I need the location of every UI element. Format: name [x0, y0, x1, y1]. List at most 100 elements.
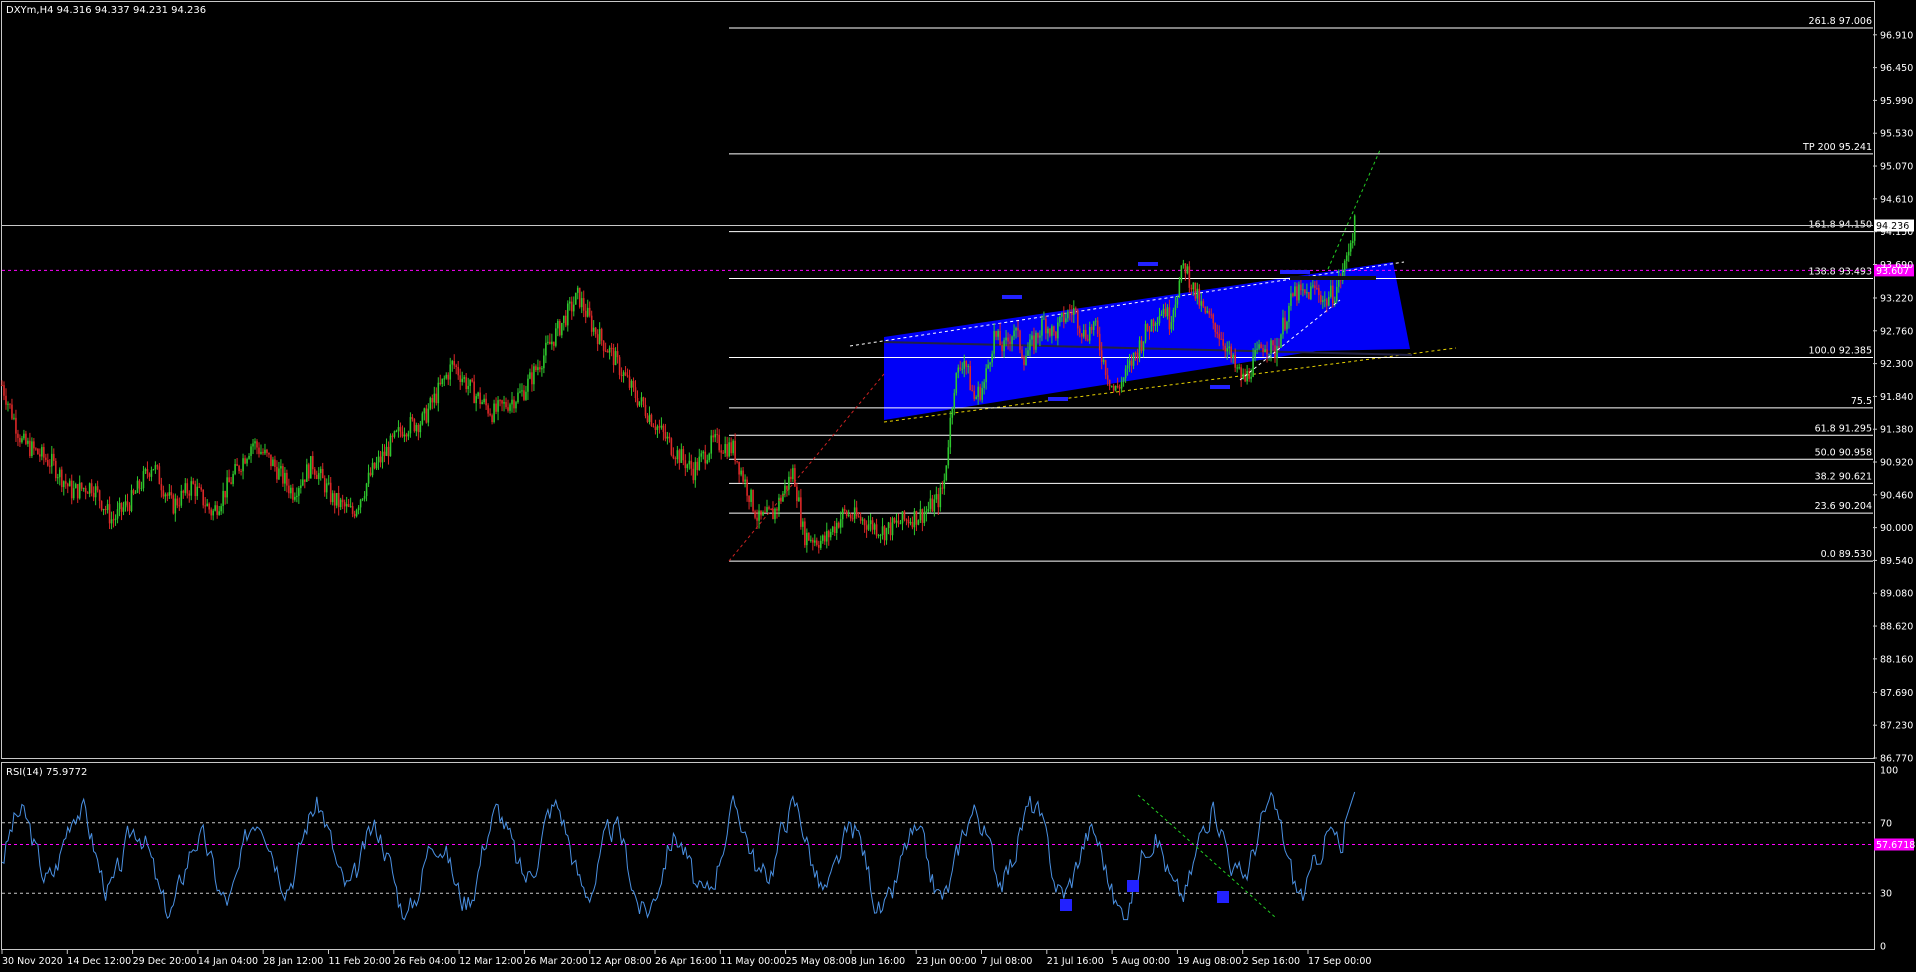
candle-body — [706, 460, 709, 464]
candle-body — [353, 513, 356, 517]
candle-body — [1318, 288, 1320, 296]
candle-body — [519, 391, 521, 393]
candle-body — [385, 446, 388, 456]
candle-body — [1302, 289, 1304, 291]
candle-body — [1270, 340, 1272, 354]
candle-body — [648, 414, 651, 422]
candle-body — [276, 466, 278, 480]
price-tick-label: 87.690 — [1880, 688, 1913, 699]
candle-body — [515, 402, 517, 409]
candle-body — [812, 539, 814, 543]
candle-body — [543, 355, 545, 369]
candle-body — [776, 508, 778, 511]
candle-body — [457, 366, 460, 376]
price-tick-label: 87.230 — [1880, 721, 1913, 732]
candle-body — [1312, 285, 1314, 287]
candle-body — [614, 351, 617, 366]
time-tick-label: 5 Aug 00:00 — [1112, 956, 1170, 967]
candle-body — [1232, 355, 1234, 359]
time-tick-label: 30 Nov 2020 — [2, 956, 63, 967]
candle-body — [1212, 314, 1215, 323]
candle-body — [399, 427, 402, 432]
candle-body — [718, 434, 720, 451]
candle-body — [616, 351, 619, 358]
candle-body — [164, 494, 167, 497]
candle-body — [853, 507, 856, 519]
candle-body — [1240, 367, 1242, 379]
candle-body — [999, 330, 1001, 346]
candle-body — [666, 436, 669, 439]
candle-body — [630, 380, 633, 388]
candle-body — [887, 522, 890, 529]
candle-body — [945, 465, 948, 481]
candle-body — [893, 518, 896, 523]
candle-body — [859, 516, 862, 521]
time-tick-label: 26 Apr 16:00 — [655, 956, 717, 967]
candle-body — [3, 385, 5, 396]
chart-canvas[interactable]: 261.8 97.006TP 200 95.241161.8 94.150138… — [0, 0, 1916, 972]
candle-body — [817, 544, 820, 548]
candle-body — [495, 403, 497, 412]
candle-body — [1254, 349, 1256, 357]
rsi-tick-label: 70 — [1880, 818, 1892, 829]
candle-body — [604, 350, 607, 352]
candle-body — [108, 504, 111, 524]
candle-body — [304, 479, 306, 482]
candle-body — [252, 443, 254, 447]
candle-body — [939, 487, 942, 508]
candle-body — [39, 454, 41, 457]
candle-body — [43, 447, 45, 458]
candle-body — [1353, 215, 1356, 241]
candle-body — [278, 468, 280, 480]
candle-body — [981, 387, 983, 400]
candle-body — [1320, 295, 1322, 303]
candle-body — [537, 367, 539, 371]
candle-body — [37, 448, 39, 455]
candle-body — [897, 520, 900, 524]
candle-body — [1168, 307, 1171, 330]
candle-body — [819, 540, 822, 548]
candle-body — [929, 498, 932, 509]
candle-body — [662, 425, 665, 433]
candle-body — [959, 367, 962, 369]
candle-body — [1116, 385, 1119, 388]
candle-body — [1124, 368, 1127, 379]
time-tick-label: 29 Dec 20:00 — [133, 956, 197, 967]
candle-body — [909, 521, 912, 524]
candle-body — [184, 483, 187, 493]
candle-body — [331, 493, 334, 503]
candle-body — [891, 518, 894, 536]
candle-body — [461, 378, 463, 383]
candle-body — [172, 495, 175, 514]
candle-body — [23, 433, 25, 439]
candle-body — [907, 519, 910, 524]
candle-body — [915, 511, 918, 525]
candle-body — [923, 513, 926, 523]
time-tick-label: 17 Sep 00:00 — [1308, 956, 1371, 967]
candle-body — [1246, 370, 1248, 382]
candle-body — [903, 511, 906, 520]
time-tick-label: 14 Jan 04:00 — [198, 956, 258, 967]
candle-body — [525, 391, 527, 400]
candle-body — [479, 392, 481, 404]
candle-body — [829, 531, 832, 538]
candle-body — [1182, 263, 1185, 266]
candle-body — [110, 519, 113, 524]
candle-body — [553, 341, 555, 346]
candle-body — [413, 419, 416, 432]
candle-body — [582, 298, 585, 311]
candle-body — [823, 535, 826, 542]
candle-body — [1158, 315, 1161, 323]
candle-body — [572, 304, 575, 312]
candle-body — [758, 510, 760, 521]
candle-body — [917, 520, 920, 525]
candle-body — [451, 361, 454, 365]
candle-body — [624, 372, 627, 376]
candle-body — [1122, 378, 1125, 382]
candle-body — [409, 417, 412, 434]
candle-body — [883, 526, 886, 541]
candle-body — [349, 506, 352, 508]
candle-body — [821, 535, 824, 541]
candle-body — [833, 526, 836, 534]
time-tick-label: 19 Aug 08:00 — [1177, 956, 1241, 967]
